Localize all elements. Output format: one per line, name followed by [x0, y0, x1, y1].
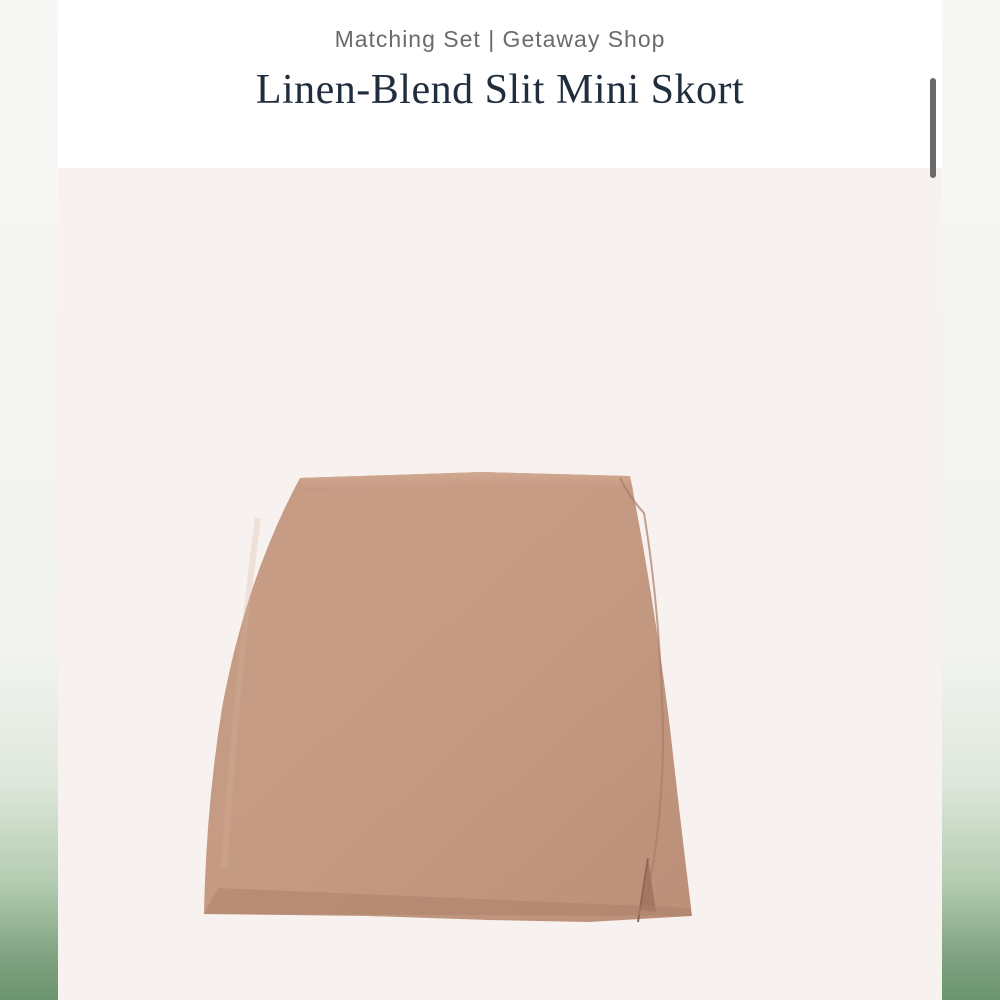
breadcrumb[interactable]: Matching Set | Getaway Shop — [58, 26, 942, 53]
scrollbar[interactable] — [928, 70, 938, 190]
skort-body — [204, 472, 692, 922]
product-page: Matching Set | Getaway Shop Linen-Blend … — [58, 0, 942, 1000]
left-background-strip — [0, 0, 58, 1000]
skort-product-image — [204, 472, 692, 923]
product-image-area[interactable] — [58, 168, 942, 1000]
scrollbar-thumb[interactable] — [930, 78, 936, 178]
right-background-strip — [942, 0, 1000, 1000]
product-header: Matching Set | Getaway Shop Linen-Blend … — [58, 0, 942, 168]
page-title: Linen-Blend Slit Mini Skort — [255, 67, 745, 113]
